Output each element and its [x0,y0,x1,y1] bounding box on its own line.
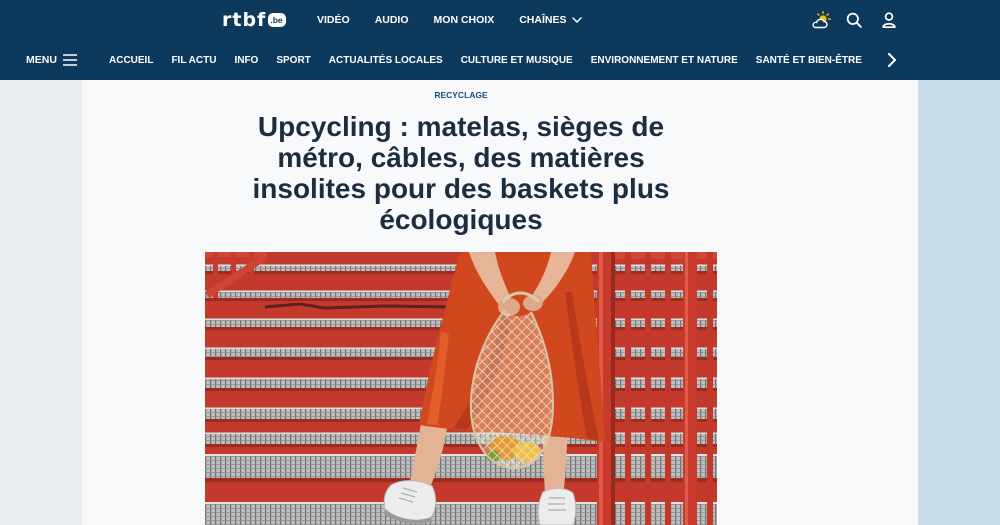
top-nav-chaines[interactable]: CHAÎNES [519,14,583,26]
page-gutter-left [0,80,82,525]
section-nav-culture-et-musique[interactable]: CULTURE ET MUSIQUE [461,55,573,66]
railing-baluster [625,252,631,525]
article-title: Upcycling : matelas, sièges de métro, câ… [252,111,670,235]
weather-icon [812,11,831,29]
railing-baluster [645,252,651,525]
top-nav-video[interactable]: VIDÉO [317,14,350,26]
section-nav-next-button[interactable] [884,52,900,68]
logo-domain-badge: .be [268,13,286,27]
article-column: RECYCLAGE Upcycling : matelas, sièges de… [82,80,918,525]
page: rtbf .be VIDÉO AUDIO MON CHOIX CHAÎNES M… [0,0,1000,525]
right-rail [918,80,1000,525]
article-category[interactable]: RECYCLAGE [205,89,717,101]
account-button[interactable] [880,10,898,30]
tread-grating [205,456,717,478]
section-nav: ACCUEIL FIL ACTU INFO SPORT ACTUALITÉS L… [109,40,874,80]
search-icon [846,12,862,28]
tread-edge [205,432,717,434]
stair-tread [205,432,717,447]
section-nav-sante-et-bien-etre[interactable]: SANTÉ ET BIEN-ÊTRE [756,55,862,66]
section-nav-sport[interactable]: SPORT [276,55,310,66]
section-nav-accueil[interactable]: ACCUEIL [109,55,153,66]
search-button[interactable] [845,10,863,30]
hero-image [205,252,717,525]
right-sneaker [537,487,577,525]
railing-baluster [707,252,713,525]
menu-button[interactable]: MENU [26,51,77,69]
logo-wordmark: rtbf [222,9,267,31]
section-nav-fil-actu[interactable]: FIL ACTU [171,55,216,66]
railing-baluster [665,252,671,525]
top-bar: rtbf .be VIDÉO AUDIO MON CHOIX CHAÎNES [0,0,1000,40]
chevron-right-icon [888,53,896,67]
section-nav-environnement-et-nature[interactable]: ENVIRONNEMENT ET NATURE [591,55,738,66]
riser-shadow [205,444,717,447]
tread-grating [205,504,717,525]
left-sneaker [383,480,437,524]
user-icon [882,12,896,28]
riser-shadow [205,478,717,482]
sneaker-upper [537,487,577,525]
top-nav-audio[interactable]: AUDIO [375,14,409,26]
railing-post-shadow [611,252,615,525]
top-nav: VIDÉO AUDIO MON CHOIX CHAÎNES [317,0,583,40]
chevron-down-icon [572,17,583,23]
section-nav-actualites-locales[interactable]: ACTUALITÉS LOCALES [329,55,443,66]
stair-tread [205,502,717,525]
hamburger-icon [62,54,77,66]
section-bar: MENU ACCUEIL FIL ACTU INFO SPORT ACTUALI… [0,40,1000,80]
top-nav-chaines-label: CHAÎNES [519,14,567,26]
menu-label: MENU [26,54,57,66]
stair-tread [205,454,717,482]
site-header: rtbf .be VIDÉO AUDIO MON CHOIX CHAÎNES M… [0,0,1000,80]
railing-post-highlight [685,252,688,525]
section-nav-info[interactable]: INFO [234,55,258,66]
tread-edge [205,502,717,504]
tread-edge [205,454,717,456]
weather-button[interactable] [810,10,832,30]
top-nav-mon-choix[interactable]: MON CHOIX [434,14,495,26]
tread-grating [205,434,717,444]
rtbf-logo[interactable]: rtbf .be [222,9,286,31]
